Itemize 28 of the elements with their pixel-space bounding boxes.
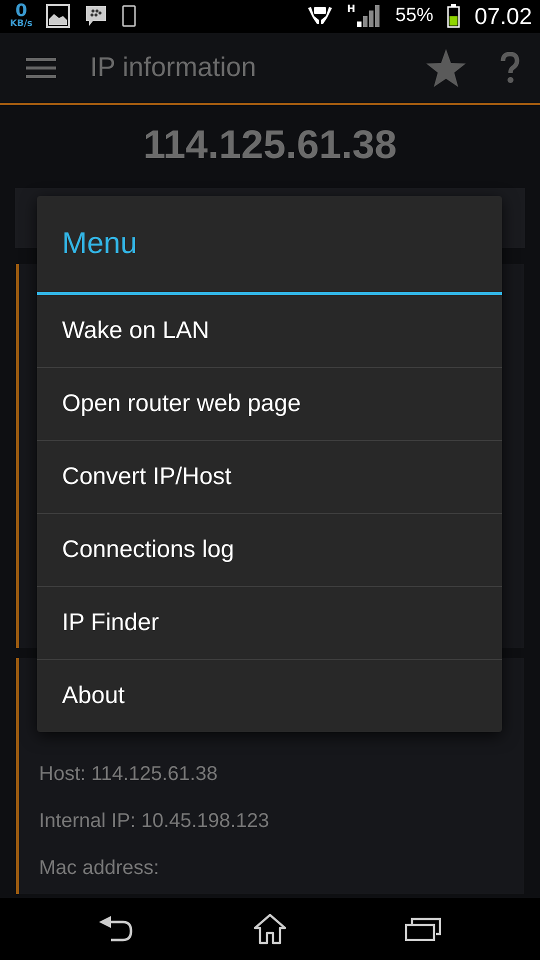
speed-unit: KB/s xyxy=(10,20,32,30)
menu-item[interactable]: Convert IP/Host xyxy=(37,440,502,513)
help-icon[interactable] xyxy=(500,52,520,84)
phone-icon xyxy=(122,5,136,28)
menu-icon[interactable] xyxy=(26,56,56,79)
menu-item[interactable]: Connections log xyxy=(37,513,502,586)
recent-apps-icon[interactable] xyxy=(405,917,441,942)
menu-item[interactable]: IP Finder xyxy=(37,586,502,659)
detail-text: Host: 114.125.61.38 xyxy=(39,763,219,786)
detail-text: Internal IP: 10.45.198.123 xyxy=(39,810,270,834)
dialog-title: Menu xyxy=(62,227,138,261)
clock: 07.02 xyxy=(474,2,532,30)
back-icon[interactable] xyxy=(99,916,135,942)
ip-address: 114.125.61.38 xyxy=(142,122,398,170)
menu-item[interactable]: Wake on LAN xyxy=(37,295,502,367)
signal-icon xyxy=(357,5,382,28)
speed-value: 0 xyxy=(15,3,28,20)
app-title: IP information xyxy=(90,52,258,84)
star-icon[interactable] xyxy=(426,48,466,87)
network-type: H xyxy=(347,4,356,15)
battery-percent: 55% xyxy=(395,5,434,28)
battery-icon xyxy=(447,4,460,28)
menu-item[interactable]: About xyxy=(37,659,502,732)
home-icon[interactable] xyxy=(253,913,287,946)
chat-bubble-icon xyxy=(84,4,108,28)
gallery-icon xyxy=(46,4,70,28)
menu-item[interactable]: Open router web page xyxy=(37,367,502,440)
detail-text: Mac address: xyxy=(39,857,160,880)
